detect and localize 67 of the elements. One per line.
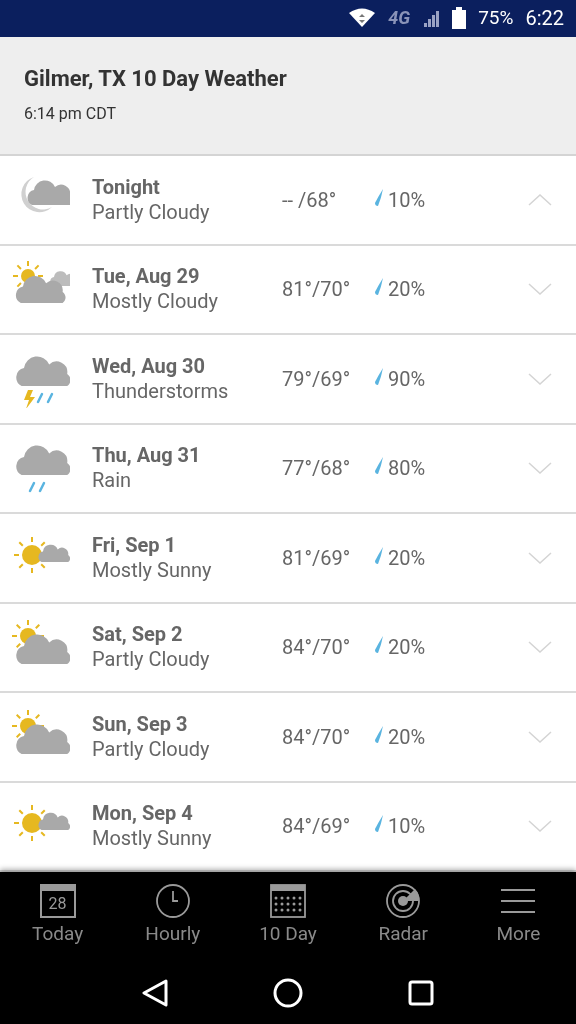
precip-chance: 20% xyxy=(388,724,426,751)
day-label: Tonight xyxy=(92,175,161,200)
precip-chance: 10% xyxy=(388,187,426,214)
chevron-icon[interactable] xyxy=(528,194,552,206)
day-label: Mon, Sep 4 xyxy=(92,801,194,827)
temperature-range: 81°/70° xyxy=(282,276,352,304)
battery-level: 75% xyxy=(478,5,514,32)
day-label: Tue, Aug 29 xyxy=(92,264,201,290)
chevron-icon[interactable] xyxy=(528,373,552,385)
forecast-row[interactable]: Tue, Aug 29 Mostly Cloudy 81°/70° 20% xyxy=(0,245,576,336)
tab-button[interactable]: Radar xyxy=(345,882,461,946)
temperature-range: 84°/70° xyxy=(282,634,352,662)
precip-chance: 20% xyxy=(388,545,426,572)
chevron-icon[interactable] xyxy=(528,283,552,296)
tab-button[interactable]: 10 Day xyxy=(230,882,346,946)
chevron-icon[interactable] xyxy=(528,552,552,564)
precip-chance: 20% xyxy=(388,634,426,662)
condition-label: Thunderstorms xyxy=(92,379,230,404)
tab-button[interactable]: 28 Today xyxy=(0,882,116,946)
calendar-date: 28 xyxy=(48,895,67,912)
temperature-range: 84°/69° xyxy=(282,813,352,841)
temperature-range: 84°/70° xyxy=(282,724,352,751)
calendar-icon xyxy=(270,884,306,919)
condition-label: Mostly Cloudy xyxy=(92,289,220,315)
day-label: Sat, Sep 2 xyxy=(92,622,184,648)
condition-label: Partly Cloudy xyxy=(92,647,211,673)
day-label: Thu, Aug 31 xyxy=(92,443,202,469)
updated-time: 6:14 pm CDT xyxy=(24,103,118,126)
temperature-range: 79°/69° xyxy=(282,366,352,393)
chevron-icon[interactable] xyxy=(528,820,552,833)
chevron-icon[interactable] xyxy=(528,731,552,743)
back-icon[interactable] xyxy=(142,978,169,1007)
recents-icon[interactable] xyxy=(407,979,434,1006)
condition-label: Rain xyxy=(92,468,133,494)
forecast-row[interactable]: Sat, Sep 2 Partly Cloudy 84°/70° 20% xyxy=(0,603,576,694)
signal-icon xyxy=(422,9,441,28)
page-title: Gilmer, TX 10 Day Weather xyxy=(24,64,288,93)
wifi-icon xyxy=(348,8,377,29)
precip-chance: 10% xyxy=(388,813,426,841)
condition-label: Partly Cloudy xyxy=(92,200,211,225)
forecast-row[interactable]: Fri, Sep 1 Mostly Sunny 81°/69° 20% xyxy=(0,514,576,604)
forecast-row[interactable]: Thu, Aug 31 Rain 77°/68° 80% xyxy=(0,424,576,515)
day-label: Fri, Sep 1 xyxy=(92,533,178,558)
battery-icon xyxy=(452,7,467,30)
clock-time: 6:22 xyxy=(525,5,564,33)
day-label: Sun, Sep 3 xyxy=(92,712,189,737)
forecast-row[interactable]: Tonight Partly Cloudy -- /68° 10% xyxy=(0,156,576,246)
temperature-range: 77°/68° xyxy=(282,455,352,483)
tab-button[interactable]: More xyxy=(460,882,576,946)
home-icon[interactable] xyxy=(273,977,303,1008)
precip-chance: 90% xyxy=(388,366,426,393)
forecast-row[interactable]: Wed, Aug 30 Thunderstorms 79°/69° 90% xyxy=(0,335,576,425)
forecast-row[interactable]: Sun, Sep 3 Partly Cloudy 84°/70° 20% xyxy=(0,693,576,783)
chevron-icon[interactable] xyxy=(528,641,552,654)
precip-chance: 80% xyxy=(388,455,426,483)
chevron-icon[interactable] xyxy=(528,462,552,475)
temperature-range: 81°/69° xyxy=(282,545,352,572)
condition-label: Mostly Sunny xyxy=(92,826,213,852)
clock-icon xyxy=(154,883,191,920)
radar-icon xyxy=(385,883,422,920)
network-type: 4G xyxy=(388,9,411,28)
day-label: Wed, Aug 30 xyxy=(92,354,207,379)
condition-label: Partly Cloudy xyxy=(92,737,211,762)
precip-chance: 20% xyxy=(388,276,426,304)
condition-label: Mostly Sunny xyxy=(92,558,213,583)
tab-button[interactable]: Hourly xyxy=(115,882,231,946)
temperature-range: -- /68° xyxy=(282,187,338,214)
